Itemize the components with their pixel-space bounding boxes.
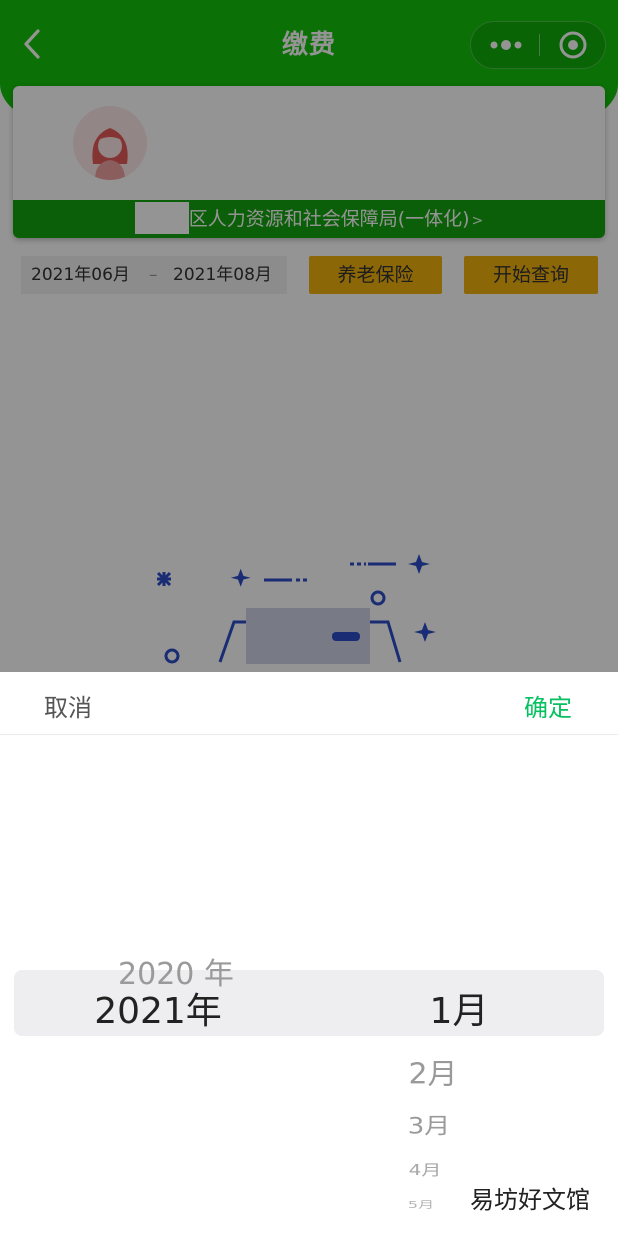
confirm-button[interactable]: 确定 [524, 688, 572, 723]
year-option-selected[interactable]: 2021年 [0, 982, 318, 1034]
month-option-selected[interactable]: 1月 [310, 982, 608, 1034]
month-option[interactable]: 3月 [280, 1109, 578, 1140]
date-picker-sheet: 取消 确定 2020 年 2021年 1月 2月 3月 4月 5月 易坊好文馆 [0, 672, 618, 1233]
month-option[interactable]: 2月 [284, 1050, 582, 1092]
cancel-button[interactable]: 取消 [44, 688, 92, 723]
year-column[interactable]: 2020 年 2021年 [0, 734, 320, 1233]
month-option[interactable]: 4月 [276, 1158, 574, 1180]
picker-header: 取消 确定 [0, 672, 618, 735]
month-column[interactable]: 1月 2月 3月 4月 5月 [320, 734, 618, 1233]
watermark-text: 易坊好文馆 [470, 1186, 590, 1214]
modal-overlay[interactable] [0, 0, 618, 672]
